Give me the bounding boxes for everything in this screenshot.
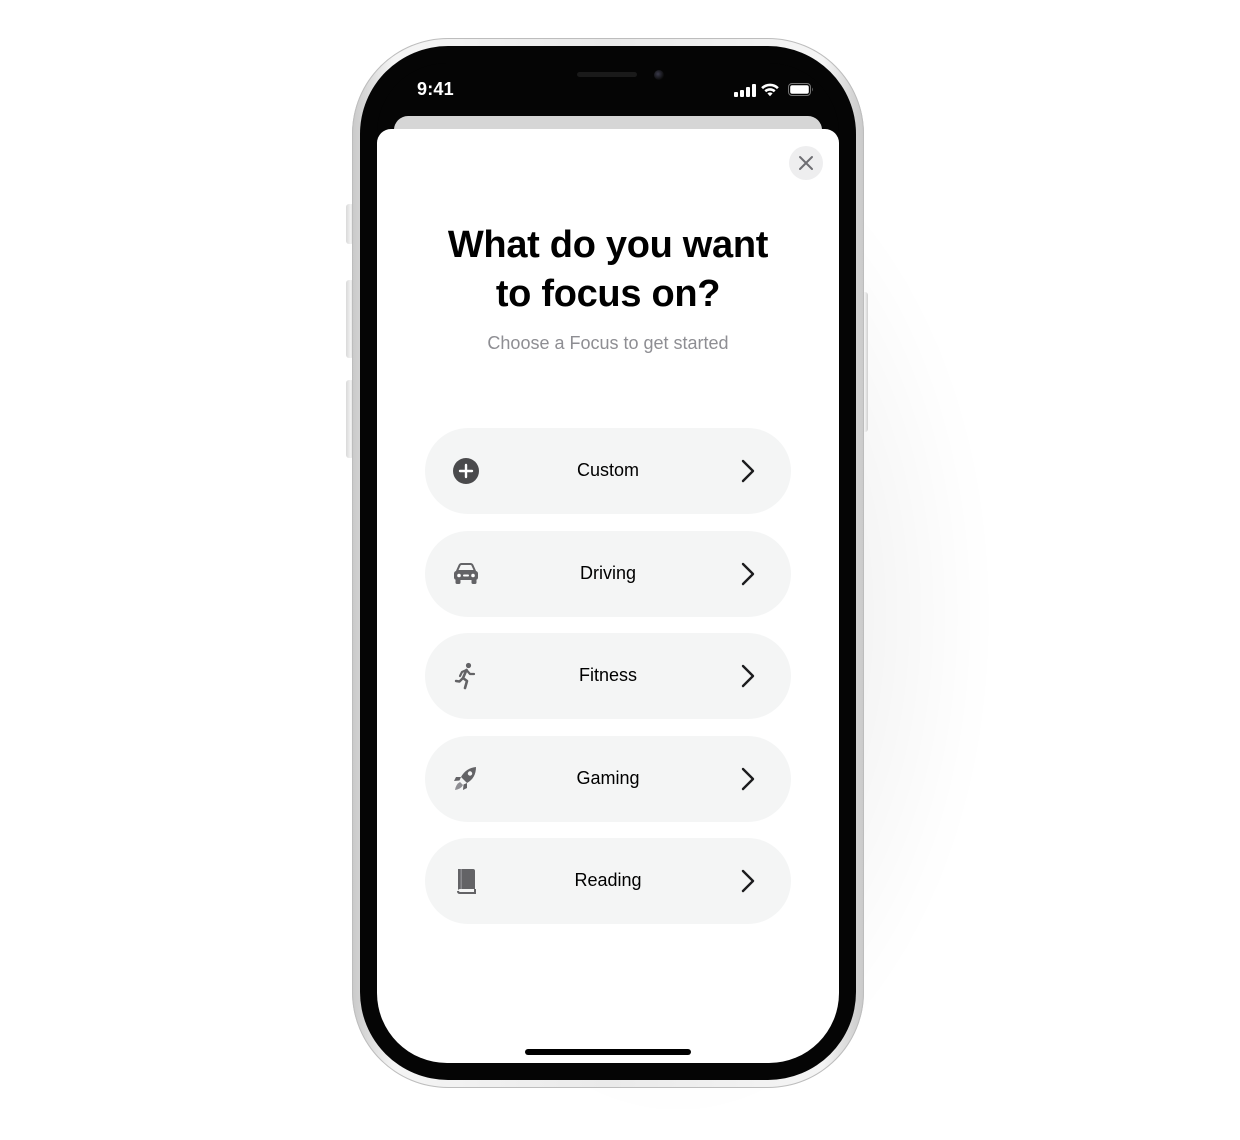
page-title-text: What do you want to focus on?	[447, 224, 769, 315]
page-subtitle: Choose a Focus to get started	[487, 333, 729, 353]
focus-option-label: Reading	[574, 870, 642, 890]
chevron-right-icon	[741, 459, 755, 483]
phone-screen: 9:41 What do you want to focus on? Choos…	[377, 63, 839, 1063]
home-indicator[interactable]	[525, 1049, 691, 1055]
chevron-right-icon	[741, 869, 755, 893]
focus-option-label: Custom	[576, 460, 639, 480]
focus-option-reading[interactable]: Reading	[425, 838, 791, 924]
focus-option-driving[interactable]: Driving	[425, 530, 791, 617]
focus-option-fitness[interactable]: Fitness	[425, 633, 791, 719]
chevron-right-icon	[741, 767, 755, 790]
earpiece-speaker	[577, 72, 637, 77]
focus-option-label: Fitness	[578, 665, 638, 685]
page: 9:41 What do you want to focus on? Choos…	[0, 0, 1240, 1140]
focus-option-gaming[interactable]: Gaming	[425, 735, 791, 822]
focus-option-label: Gaming	[576, 767, 640, 788]
chevron-right-icon	[741, 562, 755, 585]
close-icon	[799, 156, 813, 170]
focus-option-custom[interactable]: Custom	[425, 428, 791, 514]
cellular-signal-icon	[734, 83, 756, 97]
page-title: What do you want to focus on?	[377, 221, 839, 319]
chevron-right-icon	[741, 664, 755, 688]
status-bar: 9:41	[377, 63, 839, 115]
close-button[interactable]	[789, 146, 823, 180]
focus-options-list: Custom Driving Fitness Gaming Reading	[425, 428, 791, 941]
focus-setup-sheet: What do you want to focus on? Choose a F…	[377, 129, 839, 1063]
battery-icon	[788, 83, 813, 96]
focus-option-label: Driving	[579, 562, 636, 583]
status-time: 9:41	[417, 79, 454, 99]
front-camera	[654, 70, 664, 80]
wifi-icon	[761, 83, 779, 97]
